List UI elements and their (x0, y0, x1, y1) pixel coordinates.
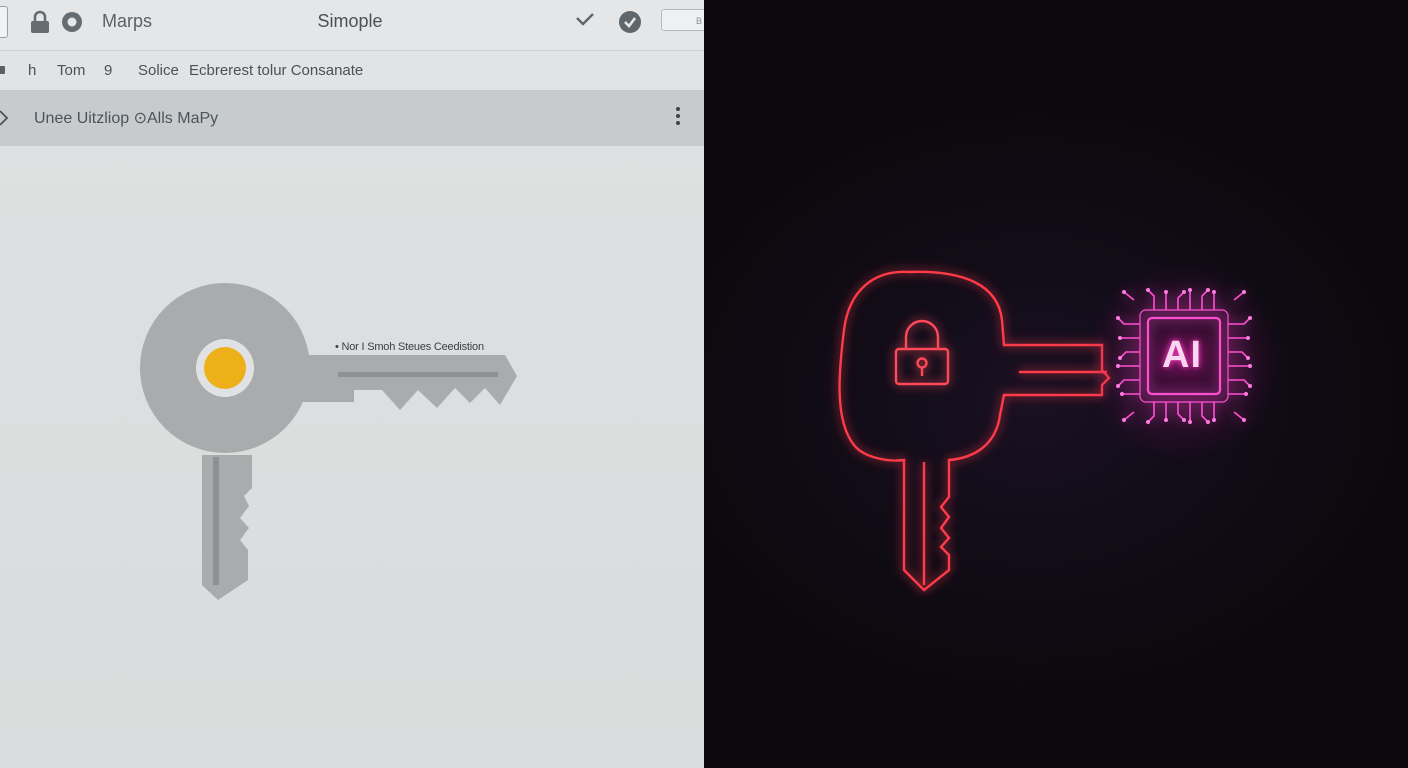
ai-chip-label: AI (1162, 334, 1202, 376)
key-illustration (140, 283, 517, 600)
key-icon (838, 270, 1111, 592)
right-panel: AI (704, 0, 1408, 768)
key-icon (140, 283, 517, 600)
lock-icon (894, 319, 950, 386)
key-caption: • Nor I Smoh Steues Ceedistion (335, 341, 484, 353)
neon-key-illustration (838, 262, 1284, 592)
left-panel: Marps Simople B h Tom 9 Solice Ecbrerest… (0, 0, 704, 768)
